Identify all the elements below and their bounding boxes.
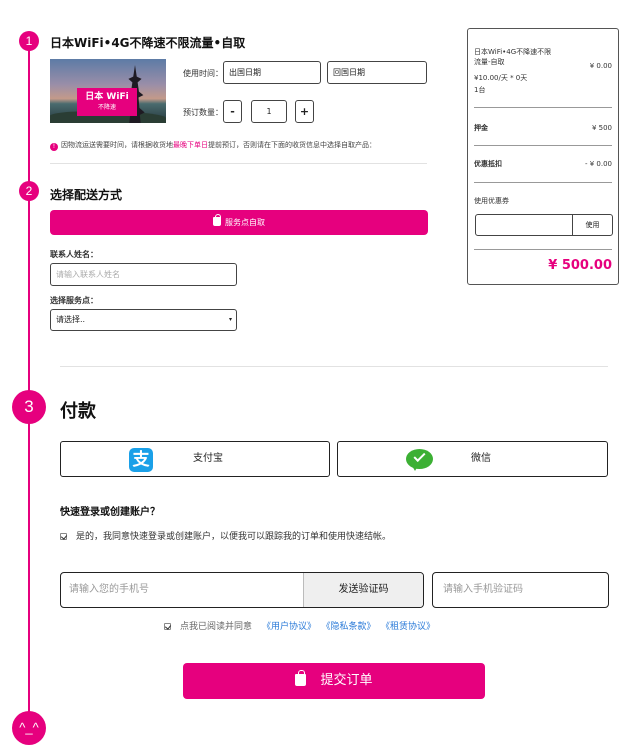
coupon-apply-button[interactable]: 使用 bbox=[572, 215, 612, 235]
summary-count-line: 1台 bbox=[474, 86, 486, 94]
quantity-input[interactable]: 1 bbox=[251, 100, 287, 123]
depart-date-text: 出国日期 bbox=[229, 68, 261, 77]
section-divider bbox=[60, 366, 608, 367]
product-image: 日本 WiFi 不降速 bbox=[50, 59, 166, 123]
depart-date-input[interactable]: 出国日期 bbox=[223, 61, 321, 84]
deposit-value: ¥ 500 bbox=[591, 124, 612, 132]
alipay-icon: 支 bbox=[129, 448, 153, 472]
alipay-label: 支付宝 bbox=[193, 453, 223, 464]
verification-code-input[interactable]: 请输入手机验证码 bbox=[432, 572, 609, 608]
agreement-checkbox[interactable] bbox=[164, 623, 171, 630]
service-point-select[interactable]: 请选择.. ▾ bbox=[50, 309, 237, 331]
phone-placeholder: 请输入您的手机号 bbox=[69, 584, 149, 595]
step-1-badge: 1 bbox=[19, 31, 39, 51]
privacy-terms-link[interactable]: 《隐私条款》 bbox=[326, 622, 376, 632]
quantity-label: 预订数量： bbox=[183, 108, 223, 117]
image-text-line1: 日本 WiFi bbox=[85, 92, 129, 102]
quick-login-title: 快速登录或创建账户？ bbox=[60, 507, 160, 518]
delivery-title: 选择配送方式 bbox=[50, 188, 123, 202]
discount-value: - ¥ 0.00 bbox=[584, 160, 612, 168]
quantity-minus-button[interactable]: - bbox=[223, 100, 242, 123]
step-3-badge: 3 bbox=[12, 390, 46, 424]
step-2-badge: 2 bbox=[19, 181, 39, 201]
coupon-input[interactable]: 使用 bbox=[475, 214, 613, 236]
summary-item-name: 日本WiFi•4G不降速不限流量-自取 bbox=[474, 48, 552, 66]
wechat-pay-button[interactable]: 微信 bbox=[337, 441, 608, 477]
order-total: ¥ 500.00 bbox=[548, 258, 612, 273]
latest-order-date-highlight: 最晚下单日 bbox=[173, 141, 208, 149]
order-notice: ! 因物流运送需要时间，请根据收货地最晚下单日提前预订，否则请在下面的收货信息中选… bbox=[50, 140, 376, 151]
summary-item-price: ¥ 0.00 bbox=[589, 62, 612, 70]
divider bbox=[50, 163, 427, 164]
phone-input[interactable]: 请输入您的手机号 发送验证码 bbox=[60, 572, 424, 608]
product-title: 日本WiFi•4G不降速不限流量•自取 bbox=[50, 36, 246, 50]
quick-login-consent: 是的，我同意快速登录或创建账户，以便我可以跟踪我的订单和使用快速结帐。 bbox=[60, 529, 391, 542]
image-text-line2: 不降速 bbox=[97, 104, 116, 111]
coupon-label: 使用优惠券 bbox=[474, 197, 509, 205]
user-agreement-link[interactable]: 《用户协议》 bbox=[262, 622, 316, 632]
chevron-down-icon: ▾ bbox=[228, 316, 232, 323]
wechat-label: 微信 bbox=[471, 453, 491, 464]
deposit-label: 押金 bbox=[474, 124, 488, 132]
alert-icon: ! bbox=[50, 143, 58, 151]
shopping-bag-icon bbox=[295, 670, 307, 686]
rental-agreement-link[interactable]: 《租赁协议》 bbox=[386, 622, 436, 632]
consent-checkbox[interactable] bbox=[60, 533, 67, 540]
agreement-row: 点我已阅读并同意 《用户协议》 《隐私条款》 《租赁协议》 bbox=[164, 619, 435, 632]
submit-order-button[interactable]: 提交订单 bbox=[183, 663, 485, 699]
contact-placeholder: 请输入联系人姓名 bbox=[56, 270, 120, 279]
payment-title: 付款 bbox=[60, 401, 96, 422]
use-time-label: 使用时间： bbox=[183, 69, 223, 78]
wechat-icon bbox=[406, 448, 433, 472]
return-date-input[interactable]: 回国日期 bbox=[327, 61, 427, 84]
discount-label: 优惠抵扣 bbox=[474, 160, 502, 168]
contact-label: 联系人姓名： bbox=[50, 250, 98, 259]
step-done-badge: ^_^ bbox=[12, 711, 46, 745]
summary-unit-line: ¥10.00/天 * 0天 bbox=[474, 74, 528, 82]
pickup-option-button[interactable]: 服务点自取 bbox=[50, 210, 428, 235]
quantity-plus-button[interactable]: + bbox=[295, 100, 314, 123]
service-point-label: 选择服务点： bbox=[50, 296, 98, 305]
timeline-line bbox=[28, 40, 30, 730]
order-summary-card: 日本WiFi•4G不降速不限流量-自取 ¥ 0.00 ¥10.00/天 * 0天… bbox=[467, 28, 619, 285]
contact-name-input[interactable]: 请输入联系人姓名 bbox=[50, 263, 237, 286]
alipay-button[interactable]: 支 支付宝 bbox=[60, 441, 330, 477]
shopping-bag-icon bbox=[213, 214, 221, 226]
return-date-text: 回国日期 bbox=[333, 68, 365, 77]
send-code-button[interactable]: 发送验证码 bbox=[303, 573, 423, 607]
